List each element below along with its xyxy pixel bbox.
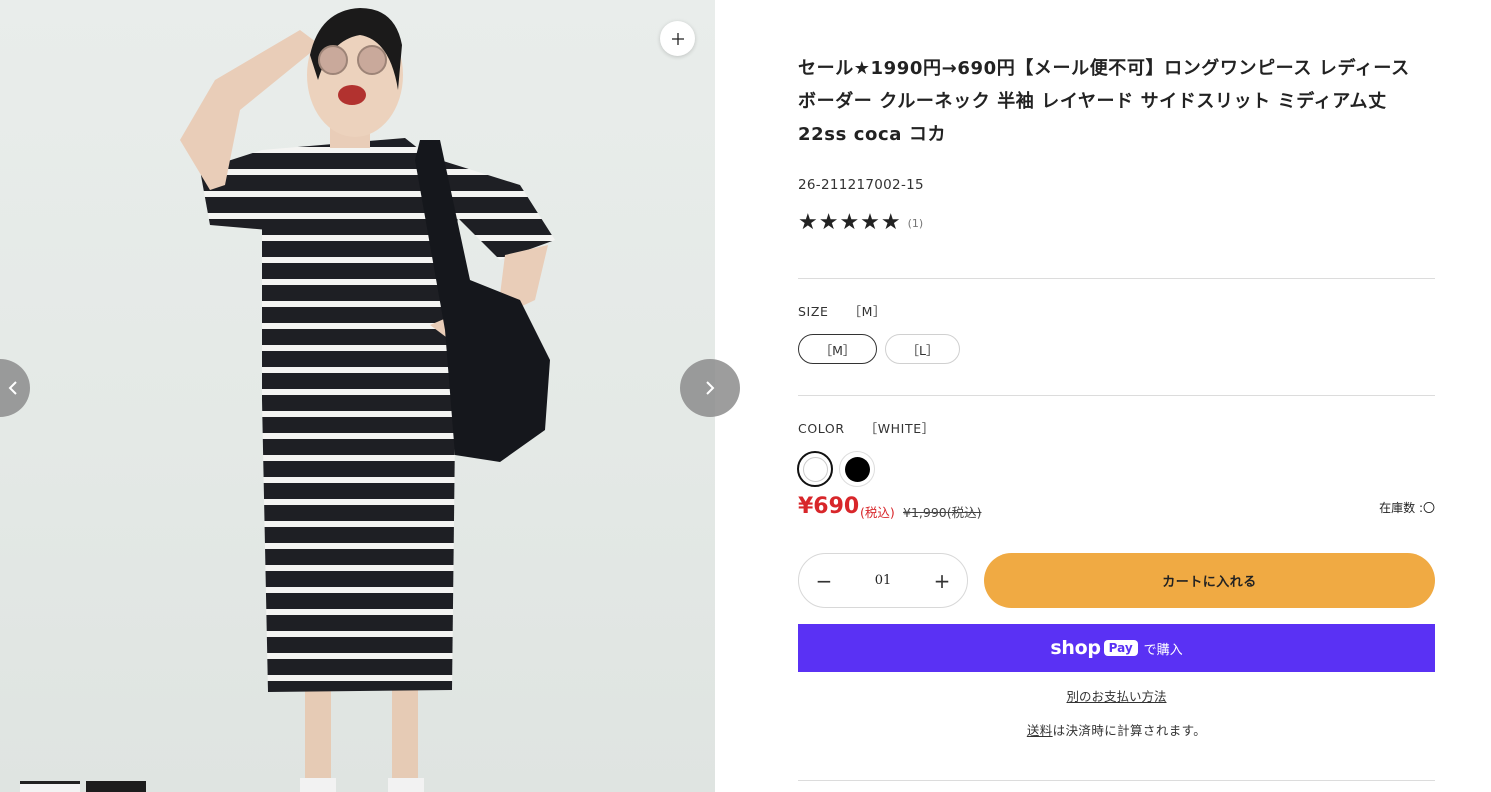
color-selected-value: ［WHITE］: [864, 421, 935, 436]
plus-icon: +: [933, 568, 951, 593]
shipping-text: は決済時に計算されます。: [1052, 723, 1207, 738]
other-payment-link[interactable]: 別のお支払い方法: [1066, 689, 1166, 704]
review-count[interactable]: (1): [908, 217, 924, 230]
size-selected-value: ［M］: [848, 304, 887, 319]
shipping-link[interactable]: 送料: [1027, 723, 1053, 738]
chevron-right-icon: [706, 381, 715, 395]
tax-note: (税込): [860, 505, 895, 520]
shipping-note: 送料は決済時に計算されます。: [798, 720, 1435, 739]
next-image-button[interactable]: [680, 359, 740, 417]
other-payment-methods: 別のお支払い方法: [798, 686, 1435, 705]
current-price: ¥690: [798, 494, 860, 519]
divider: [798, 395, 1435, 396]
plus-icon: [671, 32, 684, 45]
size-option-m[interactable]: ［M］: [798, 334, 877, 364]
size-label: SIZE ［M］: [798, 301, 886, 320]
price-row: ¥690 (税込) ¥1,990(税込) 在庫数 :〇: [798, 494, 1435, 524]
divider: [798, 780, 1435, 781]
quantity-stepper: − +: [798, 553, 968, 608]
stock-value: 〇: [1422, 501, 1435, 515]
quantity-increase-button[interactable]: +: [917, 554, 967, 607]
shop-pay-button[interactable]: shop Pay で購入: [798, 624, 1435, 672]
product-info: セール★1990円→690円【メール便不可】ロングワンピース レディース ボーダ…: [798, 52, 1435, 235]
thumbnail-black[interactable]: [86, 781, 146, 792]
product-image-gallery: [0, 0, 715, 792]
shop-pay-buy-text: で購入: [1143, 642, 1183, 658]
color-swatch-white[interactable]: [797, 451, 833, 487]
stock-status: 在庫数 :〇: [1379, 499, 1435, 516]
quantity-decrease-button[interactable]: −: [799, 554, 849, 607]
white-dot: [802, 456, 828, 482]
shop-pay-logo: shop: [1050, 637, 1101, 659]
size-option-l[interactable]: ［L］: [885, 334, 960, 364]
rating-stars: ★★★★★: [798, 210, 902, 235]
black-dot: [844, 456, 870, 482]
product-title: セール★1990円→690円【メール便不可】ロングワンピース レディース ボーダ…: [798, 58, 1410, 145]
add-to-cart-button[interactable]: カートに入れる: [984, 553, 1435, 608]
minus-icon: −: [815, 568, 833, 593]
size-label-text: SIZE: [798, 304, 829, 319]
stock-label: 在庫数 :: [1379, 501, 1423, 515]
shop-pay-badge: Pay: [1103, 640, 1138, 656]
divider: [798, 278, 1435, 279]
color-swatch-black[interactable]: [839, 451, 875, 487]
color-label-text: COLOR: [798, 421, 845, 436]
quantity-input[interactable]: [849, 554, 917, 607]
zoom-button[interactable]: [660, 21, 695, 56]
chevron-left-icon: [8, 381, 17, 395]
thumbnail-white[interactable]: [20, 781, 80, 792]
product-rating[interactable]: ★★★★★ (1): [798, 211, 1435, 235]
original-price: ¥1,990(税込): [903, 505, 982, 520]
color-label: COLOR ［WHITE］: [798, 418, 935, 437]
product-sku: 26-211217002-15: [798, 177, 924, 193]
product-photo: [180, 8, 555, 792]
